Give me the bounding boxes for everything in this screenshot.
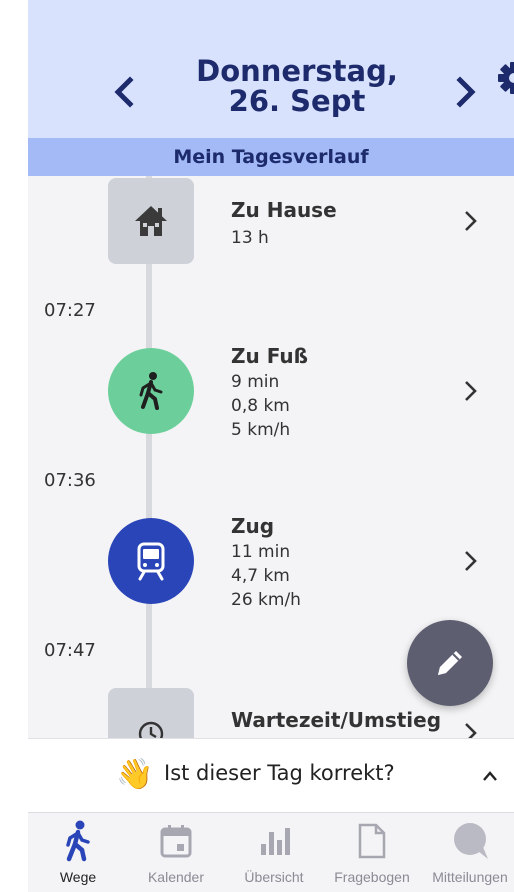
- tab-label: Kalender: [147, 869, 205, 885]
- pencil-icon: [438, 651, 462, 675]
- tab-label: Übersicht: [244, 869, 304, 885]
- tab-wege[interactable]: Wege: [30, 813, 126, 892]
- day-confirm-bar[interactable]: 👋 Ist dieser Tag korrekt?: [28, 738, 514, 812]
- date-line-day: 26. Sept: [228, 84, 366, 118]
- bar-chart-icon: [226, 819, 322, 863]
- entry-title: Zug: [231, 514, 275, 538]
- tab-label: Wege: [59, 869, 97, 885]
- app-screen: Donnerstag, 26. Sept Mein Tagesverlauf Z…: [0, 0, 514, 892]
- entry-title: Zu Fuß: [231, 344, 308, 368]
- walking-icon: [108, 348, 194, 434]
- time-label: 07:27: [44, 300, 96, 321]
- entry-speed: 5 km/h: [231, 420, 291, 440]
- chevron-up-icon[interactable]: [480, 766, 500, 786]
- walking-icon: [30, 819, 126, 863]
- time-label: 07:36: [44, 470, 96, 491]
- date-title: Donnerstag, 26. Sept: [156, 56, 438, 116]
- date-line-weekday: Donnerstag,: [196, 54, 398, 88]
- entry-duration: 11 min: [231, 542, 291, 562]
- frame-edge: [0, 0, 28, 892]
- entry-duration: 9 min: [231, 372, 280, 392]
- tab-label: Fragebogen: [334, 869, 410, 885]
- waving-hand-icon: 👋: [116, 757, 154, 792]
- timeline-entry-train[interactable]: Zug 11 min 4,7 km 26 km/h: [28, 506, 514, 616]
- chevron-right-icon[interactable]: [460, 548, 480, 574]
- chevron-right-icon[interactable]: [460, 378, 480, 404]
- tab-label: Mitteilungen: [432, 869, 508, 885]
- entry-title: Zu Hause: [231, 198, 337, 222]
- entry-duration: 13 h: [231, 228, 269, 248]
- house-icon: [108, 178, 194, 264]
- entry-distance: 0,8 km: [231, 396, 290, 416]
- train-icon: [108, 518, 194, 604]
- calendar-icon: [128, 819, 224, 863]
- timeline-entry-walk[interactable]: Zu Fuß 9 min 0,8 km 5 km/h: [28, 336, 514, 446]
- chat-bubble-icon: [422, 819, 514, 863]
- timeline-entry-home[interactable]: Zu Hause 13 h: [28, 176, 514, 286]
- entry-speed: 26 km/h: [231, 590, 301, 610]
- tab-fragebogen[interactable]: Fragebogen: [324, 813, 420, 892]
- section-header: Mein Tagesverlauf: [28, 138, 514, 176]
- gear-icon[interactable]: [494, 58, 514, 98]
- tab-uebersicht[interactable]: Übersicht: [226, 813, 322, 892]
- chevron-left-icon[interactable]: [104, 70, 144, 114]
- entry-title: Wartezeit/Umstieg: [231, 708, 442, 732]
- chevron-right-icon[interactable]: [460, 720, 480, 738]
- tab-kalender[interactable]: Kalender: [128, 813, 224, 892]
- chevron-right-icon[interactable]: [446, 70, 486, 114]
- time-label: 07:47: [44, 640, 96, 661]
- clock-icon: [108, 688, 194, 738]
- entry-distance: 4,7 km: [231, 566, 290, 586]
- section-title: Mein Tagesverlauf: [173, 146, 369, 168]
- edit-fab-button[interactable]: [407, 620, 493, 706]
- document-icon: [324, 819, 420, 863]
- date-header: Donnerstag, 26. Sept: [28, 0, 514, 138]
- tab-mitteilungen[interactable]: Mitteilungen: [422, 813, 514, 892]
- bottom-tab-bar: Wege Kalender Übersicht Fragebogen Mitte…: [28, 812, 514, 892]
- chevron-right-icon[interactable]: [460, 208, 480, 234]
- confirm-question: Ist dieser Tag korrekt?: [164, 761, 395, 785]
